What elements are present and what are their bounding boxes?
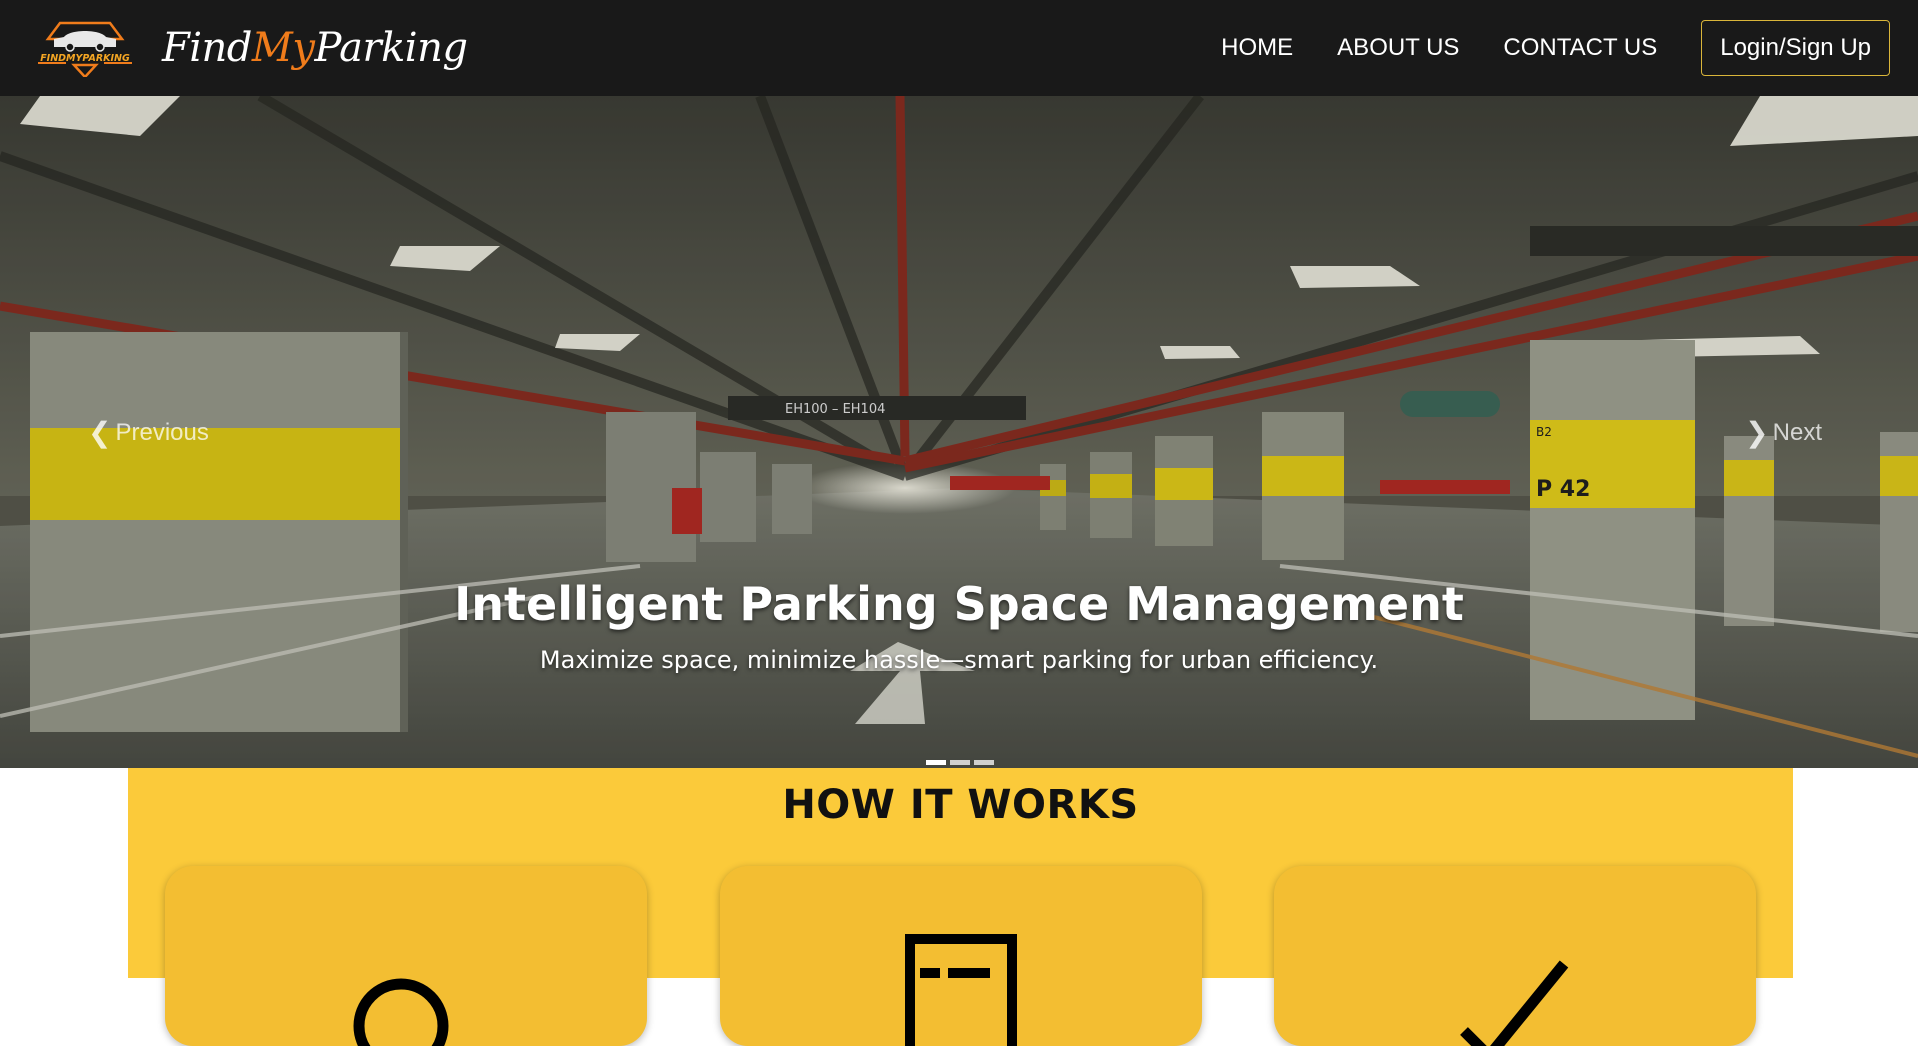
carousel-previous-label: Previous [115,418,209,446]
findmyparking-logo[interactable]: FINDMYPARKING [30,19,140,77]
hero-title: Intelligent Parking Space Management [454,577,1464,631]
how-it-works-title: HOW IT WORKS [782,782,1139,828]
carousel-indicators [926,760,994,765]
brand-accent: My [251,25,315,71]
nav-link-about-us[interactable]: ABOUT US [1337,34,1459,62]
login-signup-button[interactable]: Login/Sign Up [1701,20,1890,76]
carousel-indicator-3[interactable] [974,760,994,765]
step-card-check [1274,866,1756,1046]
nav-link-contact-us[interactable]: CONTACT US [1503,34,1657,62]
navbar: FINDMYPARKING FindMyParking HOME ABOUT U… [0,0,1918,96]
carousel-previous-button[interactable]: ❮ Previous [88,416,209,449]
chevron-right-icon: ❯ [1745,416,1769,449]
hero-carousel: B2 P 42 EH100 – EH104 ❮ Previous ❯ Next … [0,96,1918,768]
hero-caption: Intelligent Parking Space Management Max… [0,576,1918,674]
checkmark-icon [1460,960,1569,1046]
brand-prefix: Find [162,25,252,71]
how-it-works-section: HOW IT WORKS [128,768,1793,1046]
nav-link-home[interactable]: HOME [1221,34,1293,62]
search-icon [353,978,449,1046]
step-card-search [165,866,647,1046]
carousel-indicator-1[interactable] [926,760,946,765]
carousel-indicator-2[interactable] [950,760,970,765]
chevron-left-icon: ❮ [88,416,112,449]
step-card-list [720,866,1202,1046]
brand-logo[interactable]: FindMyParking [162,25,468,71]
hero-subtitle: Maximize space, minimize hassle—smart pa… [539,646,1379,674]
carousel-next-button[interactable]: ❯ Next [1745,416,1822,449]
list-card-icon [905,934,1017,1046]
carousel-next-label: Next [1772,418,1822,446]
nav-links: HOME ABOUT US CONTACT US Login/Sign Up [1221,20,1890,76]
brand-suffix: Parking [314,25,468,71]
